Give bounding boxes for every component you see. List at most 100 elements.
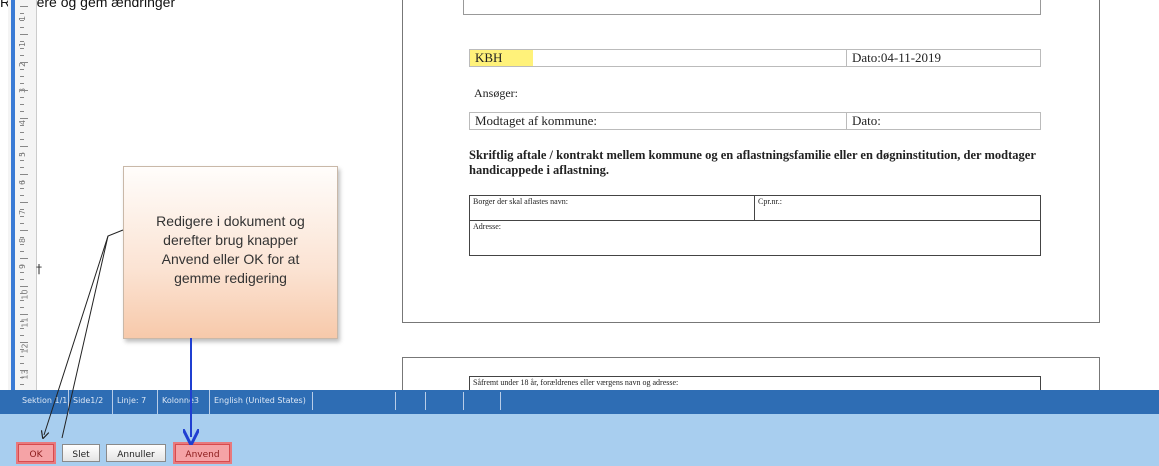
ruler-tick bbox=[20, 181, 24, 182]
status-linje: Linje: 7 bbox=[112, 390, 146, 414]
ruler-tick bbox=[20, 258, 28, 259]
ansoger-label: Ansøger: bbox=[474, 86, 518, 100]
borger-name-cell[interactable]: Borger der skal aflastes navn: bbox=[470, 196, 758, 220]
ruler-tick bbox=[20, 342, 28, 343]
ruler-tick bbox=[20, 195, 24, 196]
modtaget-row[interactable]: Modtaget af kommune: Dato: bbox=[469, 112, 1041, 130]
ruler-tick bbox=[20, 20, 24, 21]
callout-text: Redigere i dokument og derefter brug kna… bbox=[134, 212, 327, 288]
callout-line: derefter brug knapper bbox=[163, 232, 298, 248]
status-separator bbox=[463, 392, 464, 410]
ruler-tick bbox=[20, 384, 24, 385]
ruler-tick bbox=[20, 188, 24, 189]
contract-heading: Skriftlig aftale / kontrakt mellem kommu… bbox=[469, 148, 1036, 177]
ruler-tick bbox=[20, 244, 24, 245]
status-sektion: Sektion 1/1 bbox=[22, 396, 68, 405]
ruler-tick bbox=[20, 153, 24, 154]
ruler-tick bbox=[20, 118, 28, 119]
ruler-number: 11 bbox=[20, 317, 30, 328]
ruler-tick bbox=[20, 55, 24, 56]
ruler-tick bbox=[20, 216, 24, 217]
ruler-tick bbox=[20, 300, 24, 301]
status-separator bbox=[500, 392, 501, 410]
status-bar: Sektion 1/1 Side1/2 Linje: 7 Kolonne3 En… bbox=[0, 390, 1159, 414]
ok-button[interactable]: OK bbox=[18, 444, 54, 462]
ruler-tick bbox=[20, 230, 28, 231]
callout-line: gemme redigering bbox=[174, 270, 287, 286]
ruler-number: 10 bbox=[20, 289, 30, 300]
ruler-tick bbox=[20, 307, 24, 308]
ruler-tick bbox=[20, 265, 24, 266]
ruler-tick bbox=[20, 286, 28, 287]
ruler-tick bbox=[20, 160, 24, 161]
status-language: English (United States) bbox=[209, 390, 306, 414]
previous-box-bottom bbox=[463, 0, 1041, 15]
ruler-tick bbox=[20, 279, 24, 280]
ruler-tick bbox=[20, 132, 24, 133]
ruler-tick bbox=[20, 97, 24, 98]
ruler-tick bbox=[20, 104, 24, 105]
status-separator bbox=[312, 392, 313, 410]
ruler-tick bbox=[20, 13, 24, 14]
callout-line: Redigere i dokument og bbox=[156, 213, 305, 229]
ruler-tick bbox=[20, 328, 24, 329]
instruction-callout: Redigere i dokument og derefter brug kna… bbox=[123, 166, 338, 339]
ruler-tick bbox=[20, 139, 24, 140]
ruler-tick bbox=[20, 293, 24, 294]
ruler-tick bbox=[20, 125, 24, 126]
ruler-tick bbox=[20, 202, 28, 203]
status-side: Side1/2 bbox=[68, 390, 103, 414]
ruler-tick bbox=[20, 111, 24, 112]
ruler-tick bbox=[20, 237, 24, 238]
adresse-cell[interactable]: Adresse: bbox=[470, 220, 1040, 253]
ruler-tick bbox=[20, 167, 24, 168]
anvend-button[interactable]: Anvend bbox=[175, 444, 230, 462]
ruler-tick bbox=[20, 272, 24, 273]
cpr-cell[interactable]: Cpr.nr.: bbox=[754, 196, 1041, 220]
ruler-tick bbox=[20, 174, 28, 175]
ruler-tick bbox=[20, 321, 24, 322]
ruler-tick bbox=[20, 349, 24, 350]
ruler-tick bbox=[20, 48, 24, 49]
kbh-field[interactable]: KBH bbox=[470, 50, 533, 66]
ruler-tick bbox=[20, 251, 24, 252]
ruler-number: 8 bbox=[18, 237, 28, 244]
ruler-tick bbox=[20, 314, 28, 315]
ruler-tick bbox=[20, 69, 24, 70]
status-kolonne: Kolonne3 bbox=[157, 390, 199, 414]
ruler-tick bbox=[20, 370, 28, 371]
ruler-tick bbox=[20, 6, 28, 7]
ruler-tick bbox=[20, 377, 24, 378]
modtaget-field[interactable]: Modtaget af kommune: bbox=[470, 113, 835, 129]
annuller-button[interactable]: Annuller bbox=[106, 444, 166, 462]
ruler-tick bbox=[20, 223, 24, 224]
ruler-tick bbox=[20, 90, 28, 91]
button-panel bbox=[0, 414, 1159, 466]
kbh-date-row[interactable]: KBH Dato:04-11-2019 bbox=[469, 49, 1041, 67]
ruler-tick bbox=[20, 356, 24, 357]
callout-line: Anvend eller OK for at bbox=[161, 251, 300, 267]
ruler-tick bbox=[20, 83, 24, 84]
ruler-tick bbox=[20, 34, 28, 35]
ruler-tick bbox=[20, 27, 24, 28]
date-field[interactable]: Dato:04-11-2019 bbox=[846, 50, 1032, 66]
status-separator bbox=[395, 392, 396, 410]
ruler-tick bbox=[20, 146, 28, 147]
ruler-tick bbox=[20, 76, 24, 77]
ruler-tick bbox=[20, 363, 24, 364]
guardian-cell[interactable]: Såfremt under 18 år, forældrenes eller v… bbox=[470, 377, 1036, 388]
ruler-margin-bar bbox=[11, 0, 15, 390]
dato2-field[interactable]: Dato: bbox=[846, 113, 1032, 129]
ruler-tick bbox=[20, 335, 24, 336]
vertical-ruler[interactable]: 1 1 2 3 4 5 6 7 8 9 10 11 12 13 † bbox=[8, 0, 42, 390]
slet-button[interactable]: Slet bbox=[62, 444, 100, 462]
ruler-number: 7 bbox=[18, 209, 28, 216]
ruler-tick bbox=[20, 62, 28, 63]
citizen-table[interactable]: Borger der skal aflastes navn: Cpr.nr.: … bbox=[469, 195, 1041, 256]
status-separator bbox=[425, 392, 426, 410]
ruler-cursor-marker: † bbox=[36, 262, 42, 276]
ruler-tick bbox=[20, 209, 24, 210]
ruler-number: 1 bbox=[18, 41, 28, 48]
document-page-1[interactable]: KBH Dato:04-11-2019 Ansøger: Modtaget af… bbox=[402, 0, 1100, 323]
ruler-tick bbox=[20, 41, 24, 42]
